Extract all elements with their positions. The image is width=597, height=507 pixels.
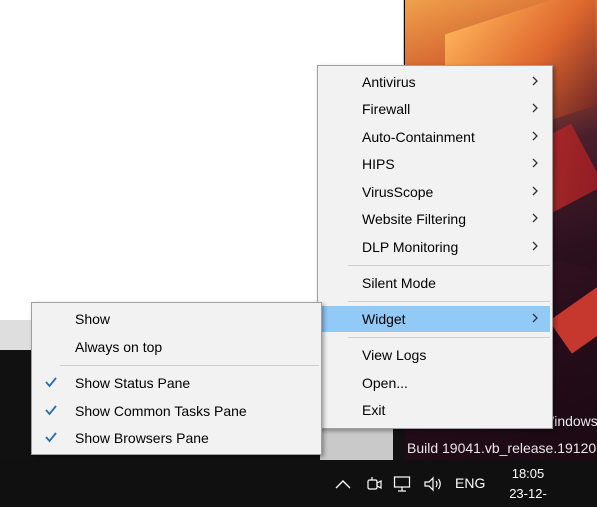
menu-item-auto-containment[interactable]: Auto-Containment [320,124,550,150]
menu-item-label: Widget [362,311,406,327]
menu-separator [60,365,319,366]
chevron-right-icon [532,131,538,141]
chevron-right-icon [532,103,538,113]
checkmark-icon [45,405,57,416]
menu-item-firewall[interactable]: Firewall [320,96,550,122]
chevron-up-icon[interactable] [333,474,353,494]
submenu-item-always-on-top[interactable]: Always on top [34,334,319,360]
menu-item-label: Firewall [362,101,411,117]
clock[interactable]: 18:05 23-12-2024 [496,464,560,507]
submenu-item-label: Show Common Tasks Pane [75,403,247,419]
menu-item-dlp-monitoring[interactable]: DLP Monitoring [320,234,550,260]
menu-item-label: HIPS [362,156,395,172]
submenu-item-show-common-tasks-pane[interactable]: Show Common Tasks Pane [34,398,319,424]
chevron-right-icon [532,186,538,196]
menu-item-website-filtering[interactable]: Website Filtering [320,206,550,232]
menu-separator [348,265,550,266]
tray-context-menu: Antivirus Firewall Auto-Containment HIPS… [317,65,553,429]
language-indicator[interactable]: ENG [455,475,485,491]
menu-item-label: VirusScope [362,184,434,200]
menu-item-virusscope[interactable]: VirusScope [320,179,550,205]
menu-item-label: DLP Monitoring [362,239,459,255]
clock-time: 18:05 [511,466,545,481]
checkmark-icon [45,377,57,388]
taskbar: ENG 18:05 23-12-2024 [0,460,597,507]
menu-item-label: Silent Mode [362,275,436,291]
submenu-item-show[interactable]: Show [34,306,319,332]
chevron-right-icon [532,241,538,251]
chevron-right-icon [532,158,538,168]
chevron-right-icon [532,76,538,86]
menu-item-silent-mode[interactable]: Silent Mode [320,270,550,296]
menu-item-label: Exit [362,402,386,418]
submenu-item-label: Show Status Pane [75,375,191,391]
chevron-right-icon [532,213,538,223]
checkmark-icon [45,432,57,443]
menu-item-label: Auto-Containment [362,129,475,145]
submenu-item-label: Show [75,311,111,327]
menu-item-label: Antivirus [362,74,416,90]
menu-item-hips[interactable]: HIPS [320,151,550,177]
menu-item-exit[interactable]: Exit [320,397,550,423]
menu-item-label: Open... [362,375,408,391]
watermark-line2: Build 19041.vb_release.19120 [407,440,597,456]
meet-now-icon[interactable] [364,474,384,494]
menu-item-label: View Logs [362,347,427,363]
widget-submenu: Show Always on top Show Status Pane Show… [31,302,322,455]
submenu-item-label: Show Browsers Pane [75,430,209,446]
submenu-item-show-status-pane[interactable]: Show Status Pane [34,370,319,396]
menu-separator [348,337,550,338]
menu-item-widget[interactable]: Widget [320,306,550,332]
menu-item-open[interactable]: Open... [320,370,550,396]
menu-item-label: Website Filtering [362,211,467,227]
menu-item-view-logs[interactable]: View Logs [320,342,550,368]
volume-icon[interactable] [422,474,444,494]
clock-date: 23-12-2024 [509,486,547,507]
submenu-item-label: Always on top [75,339,163,355]
chevron-right-icon [532,313,538,323]
menu-separator [348,301,550,302]
menu-item-antivirus[interactable]: Antivirus [320,69,550,95]
network-icon[interactable] [392,474,414,494]
submenu-item-show-browsers-pane[interactable]: Show Browsers Pane [34,425,319,451]
